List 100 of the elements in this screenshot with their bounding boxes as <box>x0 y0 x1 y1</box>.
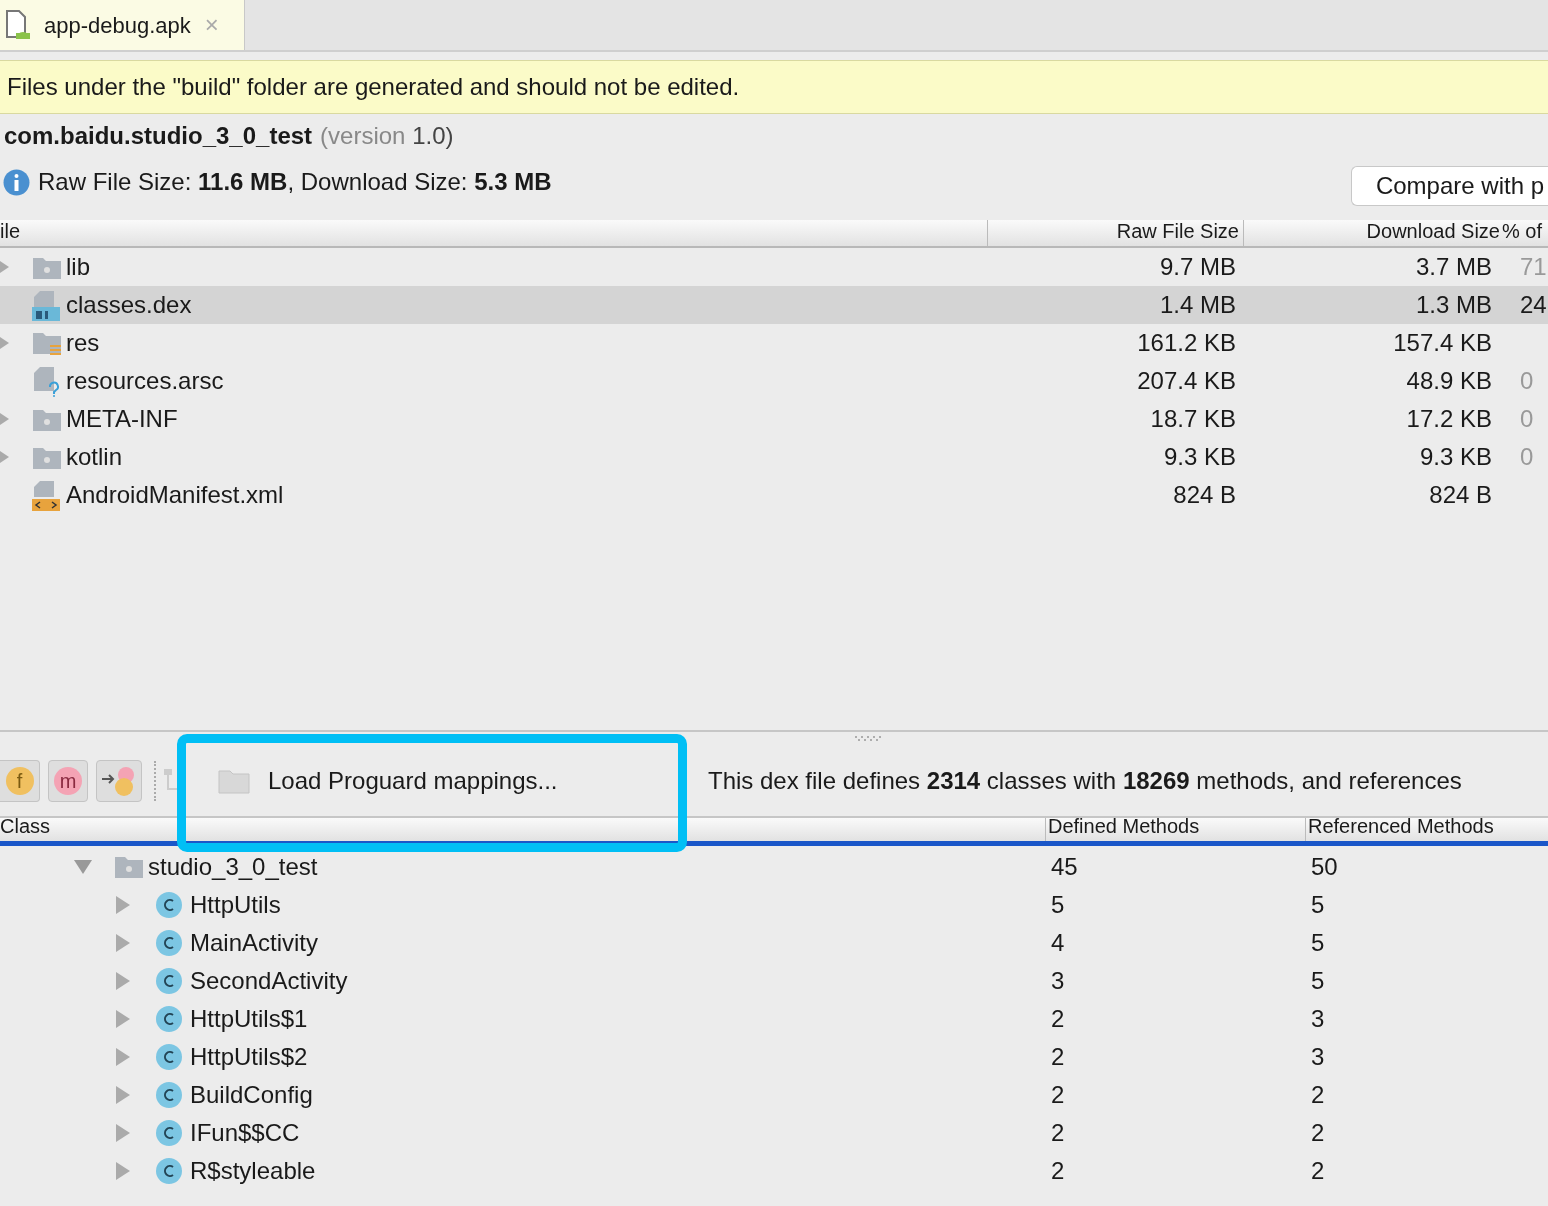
table-cell: 5 <box>1051 891 1065 918</box>
column-header[interactable]: ile <box>0 216 20 246</box>
column-header[interactable]: Raw File Size <box>1116 216 1239 246</box>
table-cell: 4 <box>1051 929 1065 956</box>
table-cell-text: 9.3 KB <box>1419 442 1492 472</box>
table-cell: 2 <box>1051 1119 1065 1146</box>
class-icon <box>156 968 182 994</box>
file-row[interactable]: lib 9.7 MB 3.7 MB 71 <box>0 248 1548 286</box>
expand-arrow-icon[interactable] <box>0 336 10 350</box>
table-cell: 2 <box>1311 1119 1325 1146</box>
table-cell: 24 <box>1520 291 1547 318</box>
table-cell: 3 <box>1051 967 1065 994</box>
class-name[interactable]: HttpUtils <box>190 887 281 923</box>
table-cell-text: 1.4 MB <box>1159 290 1236 320</box>
column-header[interactable]: Referenced Methods <box>1308 811 1494 841</box>
class-name[interactable]: R$styleable <box>190 1153 316 1189</box>
file-tab[interactable]: app-debug.apk × <box>0 0 245 50</box>
file-name: kotlin <box>66 442 123 472</box>
file-name: res <box>66 328 100 358</box>
class-icon <box>156 892 182 918</box>
table-cell-text: 824 B <box>1429 480 1492 510</box>
file-row[interactable]: resources.arsc 207.4 KB 48.9 KB 0 <box>0 362 1548 400</box>
expand-arrow-icon[interactable] <box>116 1162 130 1180</box>
expand-arrow-icon[interactable] <box>0 260 10 274</box>
package-icon <box>114 855 144 879</box>
file-name: META-INF <box>66 404 178 434</box>
table-cell: 5 <box>1311 929 1325 956</box>
expand-arrow-icon[interactable] <box>116 1048 130 1066</box>
file-row[interactable]: AndroidManifest.xml 824 B 824 B <box>0 476 1548 514</box>
dex-file-icon <box>32 289 62 321</box>
table-cell: 2 <box>1051 1043 1065 1070</box>
dex-summary: This dex file defines 2314 classes with 18269 methods, and references <box>708 766 1462 796</box>
file-row[interactable]: res 161.2 KB 157.4 KB <box>0 324 1548 362</box>
table-cell: 0 <box>1520 367 1534 394</box>
expand-arrow-icon[interactable] <box>116 972 130 990</box>
table-cell: 45 <box>1051 853 1078 880</box>
table-cell: 5 <box>1311 891 1325 918</box>
table-cell: 71 <box>1520 253 1547 280</box>
file-row[interactable]: kotlin 9.3 KB 9.3 KB 0 <box>0 438 1548 476</box>
file-row[interactable]: classes.dex 1.4 MB 1.3 MB 24 <box>0 286 1548 324</box>
expand-arrow-icon[interactable] <box>0 450 10 464</box>
expand-arrow-icon[interactable] <box>116 1086 130 1104</box>
class-name[interactable]: BuildConfig <box>190 1077 313 1113</box>
column-header[interactable]: Class <box>0 811 50 841</box>
table-cell: 5 <box>1311 967 1325 994</box>
expand-arrow-icon[interactable] <box>0 412 10 426</box>
info-icon <box>3 168 30 196</box>
table-cell-text: 9.7 MB <box>1159 252 1236 282</box>
inherited-members-toggle[interactable] <box>96 760 142 802</box>
table-cell-text: 3.7 MB <box>1415 252 1492 282</box>
filter-toggle[interactable]: f <box>0 760 40 802</box>
file-row[interactable]: META-INF 18.7 KB 17.2 KB 0 <box>0 400 1548 438</box>
column-header[interactable]: % of <box>1502 216 1543 246</box>
class-icon <box>156 1158 182 1184</box>
file-name: classes.dex <box>66 290 192 320</box>
column-header[interactable]: Download Size <box>1366 216 1500 246</box>
file-name: lib <box>66 252 90 282</box>
expand-arrow-icon[interactable] <box>116 1124 130 1142</box>
version-label: (version 1.0) <box>320 121 454 151</box>
table-cell-text: 9.3 KB <box>1163 442 1236 472</box>
table-cell-text: 161.2 KB <box>1137 328 1236 358</box>
size-summary: Raw File Size: 11.6 MB, Download Size: 5.3 MB <box>38 167 552 197</box>
table-cell: 3 <box>1311 1005 1325 1032</box>
expand-arrow-icon[interactable] <box>116 934 130 952</box>
class-icon <box>156 1006 182 1032</box>
folder-icon <box>218 768 250 794</box>
class-name[interactable]: studio_3_0_test <box>148 849 318 885</box>
table-cell: 2 <box>1311 1157 1325 1184</box>
expand-arrow-icon[interactable] <box>116 1010 130 1028</box>
table-cell-text: 48.9 KB <box>1406 366 1492 396</box>
table-cell: 0 <box>1520 405 1534 432</box>
class-icon <box>156 930 182 956</box>
table-cell: 2 <box>1051 1081 1065 1108</box>
class-name[interactable]: MainActivity <box>190 925 319 961</box>
column-header[interactable]: Defined Methods <box>1048 811 1200 841</box>
table-cell-text: 17.2 KB <box>1406 404 1492 434</box>
table-cell-text: 157.4 KB <box>1393 328 1492 358</box>
arrow-member-icon <box>102 765 136 797</box>
load-mappings-button[interactable]: Load Proguard mappings... <box>208 759 648 803</box>
filter-toggle[interactable]: m <box>48 760 88 802</box>
table-cell-text: 1.3 MB <box>1415 290 1492 320</box>
class-icon <box>156 1082 182 1108</box>
warning-banner: Files under the "build" folder are generated and should not be edited. <box>0 60 1548 114</box>
class-name[interactable]: IFun$$CC <box>190 1115 300 1151</box>
expand-arrow-icon[interactable] <box>116 896 130 914</box>
class-name[interactable]: SecondActivity <box>190 963 348 999</box>
unknown-file-icon <box>32 365 62 397</box>
compare-button[interactable]: Compare with p <box>1350 166 1548 206</box>
class-name[interactable]: HttpUtils$1 <box>190 1001 308 1037</box>
table-cell-text: 18.7 KB <box>1150 404 1236 434</box>
collapse-arrow-icon[interactable] <box>74 860 92 874</box>
file-name: AndroidManifest.xml <box>66 480 284 510</box>
class-icon <box>156 1120 182 1146</box>
table-cell: 0 <box>1520 443 1534 470</box>
package-name: com.baidu.studio_3_0_test <box>4 121 313 151</box>
table-cell: 50 <box>1311 853 1338 880</box>
splitter-handle-icon[interactable] <box>854 736 884 742</box>
table-cell-text: 824 B <box>1173 480 1236 510</box>
class-name[interactable]: HttpUtils$2 <box>190 1039 308 1075</box>
table-cell: 3 <box>1311 1043 1325 1070</box>
